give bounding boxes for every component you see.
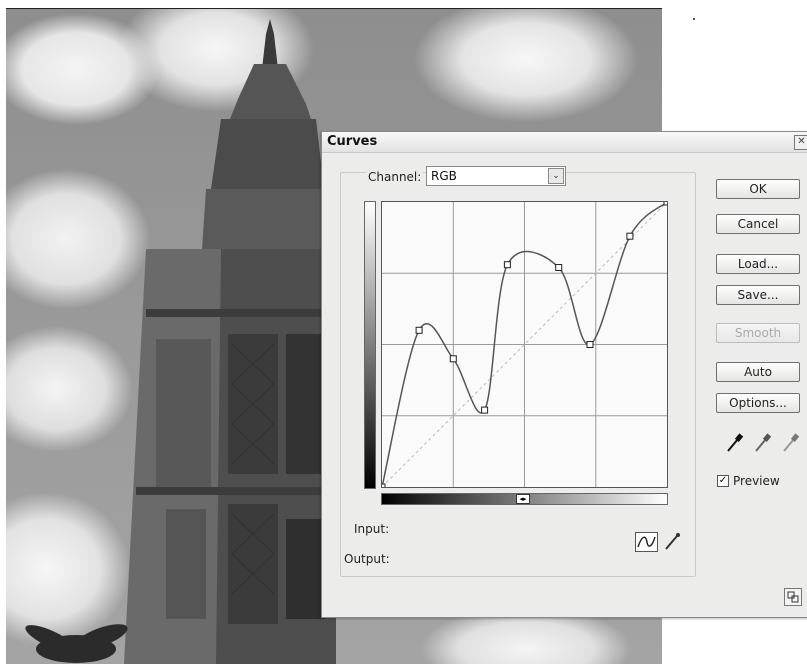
- curve-control-point[interactable]: [626, 232, 634, 240]
- cancel-button[interactable]: Cancel: [716, 214, 800, 234]
- stray-mark: [693, 18, 695, 20]
- curve-control-point[interactable]: [378, 483, 386, 491]
- curve-control-point[interactable]: [449, 355, 457, 363]
- curves-dialog: Curves ✕ Channel: RGB ⌄ ◂▸ Input: Output…: [321, 131, 807, 618]
- load-button[interactable]: Load...: [716, 254, 800, 274]
- chevron-down-icon[interactable]: ⌄: [548, 168, 564, 184]
- curve-graph[interactable]: [378, 198, 671, 491]
- auto-button[interactable]: Auto: [716, 362, 800, 382]
- save-button[interactable]: Save...: [716, 285, 800, 305]
- curve-control-point[interactable]: [586, 341, 594, 348]
- channel-select[interactable]: RGB ⌄: [426, 166, 566, 186]
- pencil-icon[interactable]: [662, 532, 682, 552]
- channel-value: RGB: [431, 169, 457, 183]
- title-bar[interactable]: Curves ✕: [322, 132, 807, 153]
- curve-point-icon[interactable]: [635, 532, 658, 552]
- options-button[interactable]: Options...: [716, 393, 800, 413]
- gray-point-eyedropper-icon[interactable]: [753, 432, 773, 454]
- curve-control-point[interactable]: [503, 261, 511, 269]
- output-gradient-bar: [364, 201, 376, 489]
- curve-control-point[interactable]: [663, 198, 671, 206]
- curve-graph-svg[interactable]: [378, 198, 671, 491]
- close-button[interactable]: ✕: [794, 135, 807, 150]
- smooth-button[interactable]: Smooth: [716, 323, 800, 343]
- dialog-title: Curves: [327, 134, 378, 149]
- white-point-eyedropper-icon[interactable]: [781, 432, 801, 454]
- curve-control-point[interactable]: [555, 264, 563, 271]
- resize-icon[interactable]: [784, 588, 802, 606]
- channel-label: Channel:: [366, 170, 424, 184]
- black-point-eyedropper-icon[interactable]: [725, 432, 745, 454]
- preview-checkbox[interactable]: ✓: [717, 475, 729, 487]
- preview-label: Preview: [733, 474, 780, 488]
- curve-control-point[interactable]: [481, 406, 489, 414]
- input-gradient-bar: ◂▸: [381, 493, 668, 505]
- output-label: Output:: [344, 552, 390, 566]
- curve-control-point[interactable]: [415, 326, 423, 334]
- ok-button[interactable]: OK: [716, 179, 800, 199]
- gradient-toggle-icon[interactable]: ◂▸: [516, 494, 530, 504]
- input-label: Input:: [354, 522, 390, 536]
